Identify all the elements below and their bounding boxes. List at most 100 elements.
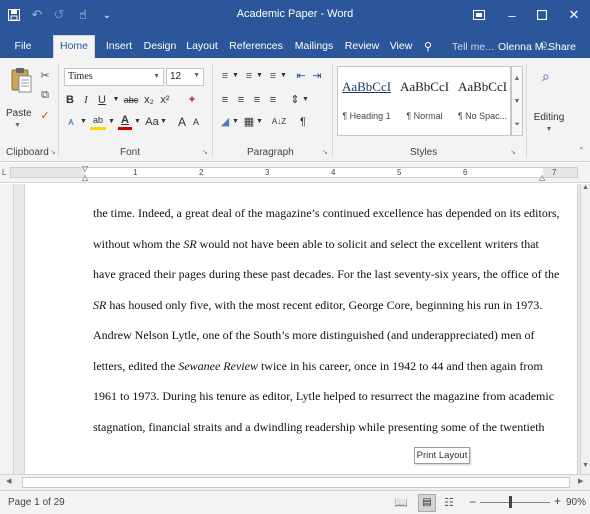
cut-icon[interactable]: ✂ — [38, 68, 52, 82]
document-line[interactable]: letters, edited the Sewanee Review twice… — [93, 357, 543, 388]
font-launcher-icon[interactable]: ↘ — [202, 149, 210, 157]
grow-font-button[interactable]: A — [176, 114, 188, 130]
ribbon-display-icon[interactable] — [464, 0, 494, 30]
align-right-icon[interactable]: ≡ — [250, 92, 264, 108]
tab-view[interactable]: View — [386, 36, 416, 58]
paste-icon[interactable] — [10, 66, 32, 93]
document-line[interactable]: Andrew Nelson Lytle, one of the South’s … — [93, 326, 543, 357]
scroll-left-icon[interactable]: ◀ — [6, 477, 11, 485]
chevron-down-icon[interactable]: ▼ — [256, 114, 263, 130]
print-layout-icon[interactable]: ▤ — [418, 494, 436, 512]
left-indent-icon[interactable]: △ — [82, 173, 88, 182]
line-spacing-icon[interactable]: ⇕ — [288, 92, 302, 108]
font-name-combo[interactable]: Times ▼ — [64, 68, 164, 86]
chevron-down-icon[interactable]: ▼ — [160, 114, 167, 130]
tab-file[interactable]: File — [8, 36, 38, 58]
chevron-down-icon[interactable]: ▼ — [80, 114, 87, 130]
read-mode-icon[interactable]: 📖 — [394, 496, 408, 509]
italic-button[interactable]: I — [80, 92, 92, 108]
share-button[interactable]: Share — [548, 41, 576, 53]
copy-icon[interactable]: ⧉ — [38, 88, 52, 102]
document-line[interactable]: without whom the SR would not have been … — [93, 235, 543, 266]
tab-home[interactable]: Home — [53, 35, 95, 58]
document-line[interactable]: have graced their pages during these pas… — [93, 265, 559, 296]
shrink-font-button[interactable]: A — [190, 114, 202, 130]
superscript-button[interactable]: x² — [158, 92, 172, 108]
customize-qat-icon[interactable]: ⌄ — [100, 5, 114, 25]
shading-icon[interactable]: ◢ — [218, 114, 232, 130]
borders-icon[interactable]: ▦ — [242, 114, 256, 130]
zoom-in-button[interactable]: + — [554, 494, 561, 508]
vertical-scrollbar[interactable]: ▲ ▼ — [580, 184, 590, 474]
zoom-out-button[interactable]: − — [469, 495, 476, 509]
tab-references[interactable]: References — [225, 36, 287, 58]
font-color-icon[interactable]: A — [118, 114, 132, 130]
bullets-icon[interactable]: ≡ — [218, 68, 232, 84]
underline-button[interactable]: U — [96, 92, 108, 108]
zoom-slider[interactable] — [480, 502, 550, 503]
scroll-down-icon[interactable]: ▼ — [582, 462, 589, 469]
document-line[interactable]: stagnation, financial straits and a dwin… — [93, 418, 545, 449]
font-size-combo[interactable]: 12 ▼ — [166, 68, 204, 86]
paste-button[interactable]: Paste — [6, 108, 32, 119]
clipboard-launcher-icon[interactable]: ↘ — [50, 149, 58, 157]
collapse-ribbon-icon[interactable]: ⌃ — [578, 146, 585, 155]
justify-icon[interactable]: ≡ — [266, 92, 280, 108]
tab-insert[interactable]: Insert — [101, 36, 137, 58]
undo-icon[interactable]: ↶ — [28, 5, 46, 25]
horizontal-scrollbar[interactable]: ◀ ▶ — [0, 474, 590, 490]
chevron-down-icon[interactable]: ▼ — [112, 92, 120, 108]
minimize-icon[interactable]: – — [497, 0, 527, 30]
scroll-right-icon[interactable]: ▶ — [578, 477, 583, 485]
align-center-icon[interactable]: ≡ — [234, 92, 248, 108]
chevron-down-icon[interactable]: ▼ — [280, 68, 287, 84]
tab-mailings[interactable]: Mailings — [291, 36, 337, 58]
more-styles-icon[interactable]: ⏷ — [512, 113, 522, 136]
subscript-button[interactable]: x₂ — [142, 92, 156, 108]
text-effects-icon[interactable]: ᴀ — [64, 114, 78, 130]
scroll-down-icon[interactable]: ▼ — [512, 90, 522, 113]
chevron-down-icon[interactable]: ▼ — [256, 68, 263, 84]
scroll-thumb[interactable] — [22, 477, 570, 488]
align-left-icon[interactable]: ≡ — [218, 92, 232, 108]
zoom-slider-thumb[interactable] — [509, 496, 512, 508]
close-icon[interactable]: ✕ — [559, 0, 589, 30]
chevron-down-icon[interactable]: ▼ — [302, 92, 309, 108]
document-line[interactable]: 1961 to 1973. During his tenure as edito… — [93, 387, 554, 418]
maximize-icon[interactable] — [527, 0, 557, 30]
touch-mode-icon[interactable]: ☝ — [74, 5, 92, 25]
clear-formatting-icon[interactable]: ✦ — [184, 92, 200, 108]
scroll-up-icon[interactable]: ▲ — [582, 184, 589, 191]
paste-dropdown-icon[interactable]: ▼ — [14, 122, 21, 129]
document-line[interactable]: SR has housed only five, with the most r… — [93, 296, 543, 327]
scroll-up-icon[interactable]: ▲ — [512, 67, 522, 90]
document-body[interactable]: the time. Indeed, a great deal of the ma… — [93, 204, 559, 449]
tab-design[interactable]: Design — [141, 36, 179, 58]
decrease-indent-icon[interactable]: ⇤ — [294, 68, 308, 84]
tab-selector-icon[interactable]: L — [2, 168, 6, 177]
multilevel-list-icon[interactable]: ≡ — [266, 68, 280, 84]
style-normal[interactable]: AaBbCcI ¶ Normal — [396, 67, 453, 135]
first-line-indent-icon[interactable]: ▽ — [82, 164, 88, 173]
redo-icon[interactable]: ↺ — [50, 5, 68, 25]
editing-group[interactable]: ⌕ Editing ▼ — [526, 62, 572, 146]
chevron-down-icon[interactable]: ▼ — [232, 68, 239, 84]
style-heading-1[interactable]: AaBbCcI ¶ Heading 1 — [338, 67, 395, 135]
chevron-down-icon[interactable]: ▼ — [108, 114, 115, 130]
change-case-button[interactable]: Aa — [144, 114, 160, 130]
highlight-icon[interactable]: ab — [90, 114, 106, 130]
tell-me-search[interactable]: Tell me... — [452, 41, 494, 53]
increase-indent-icon[interactable]: ⇥ — [310, 68, 324, 84]
paragraph-launcher-icon[interactable]: ↘ — [322, 149, 330, 157]
styles-launcher-icon[interactable]: ↘ — [510, 149, 518, 157]
style-no-spacing[interactable]: AaBbCcI ¶ No Spac... — [454, 67, 511, 135]
right-indent-icon[interactable]: △ — [539, 173, 545, 182]
tab-review[interactable]: Review — [341, 36, 383, 58]
chevron-down-icon[interactable]: ▼ — [232, 114, 239, 130]
format-painter-icon[interactable]: ✓ — [38, 108, 52, 122]
web-layout-icon[interactable]: ☷ — [444, 496, 454, 509]
zoom-level[interactable]: 90% — [566, 497, 586, 508]
document-page[interactable]: the time. Indeed, a great deal of the ma… — [24, 184, 578, 474]
show-formatting-button[interactable]: ¶ — [296, 114, 310, 130]
strikethrough-button[interactable]: abc — [122, 92, 140, 108]
